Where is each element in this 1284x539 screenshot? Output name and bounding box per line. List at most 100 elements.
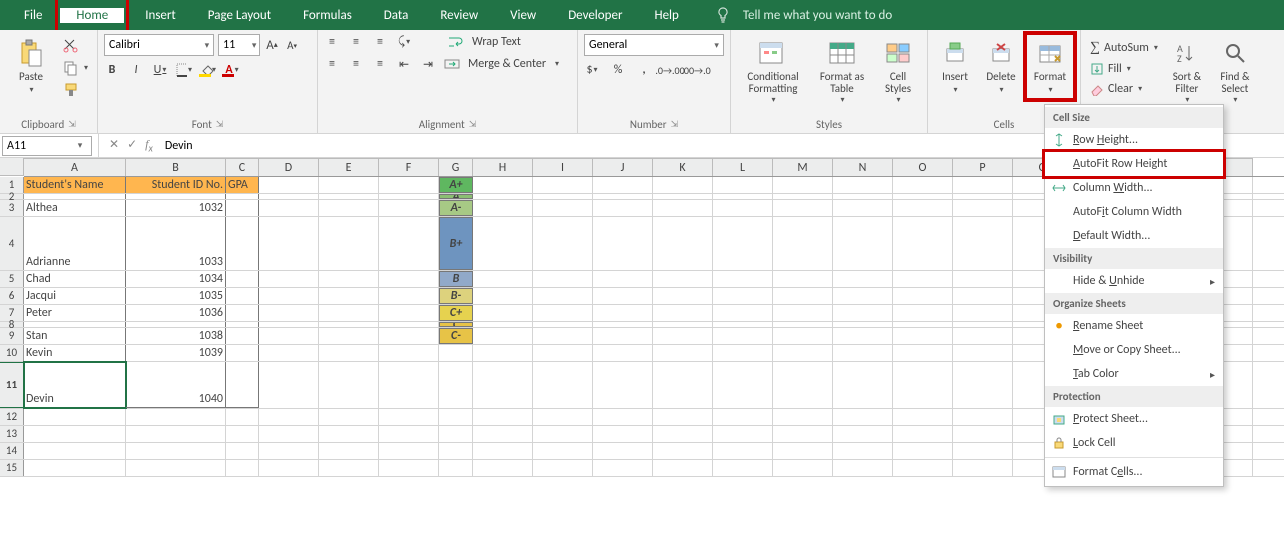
cell-A4[interactable]: Adrianne (24, 217, 126, 270)
tab-home[interactable]: Home (60, 8, 124, 23)
cell-I2[interactable] (533, 194, 593, 199)
cell-H6[interactable] (473, 288, 533, 304)
col-header-H[interactable]: H (473, 158, 533, 176)
cell-J8[interactable] (593, 322, 653, 327)
cell-B13[interactable] (126, 426, 226, 442)
cell-E2[interactable] (319, 194, 379, 199)
wrap-text-button[interactable]: Wrap Text (472, 35, 521, 49)
cell-J9[interactable] (593, 328, 653, 344)
cell-K3[interactable] (653, 200, 713, 216)
cell-K11[interactable] (653, 362, 713, 408)
cell-F11[interactable] (379, 362, 439, 408)
cell-P4[interactable] (953, 217, 1013, 270)
cell-G13[interactable] (439, 426, 473, 442)
tab-page-layout[interactable]: Page Layout (192, 0, 287, 30)
format-button[interactable]: Format▾ (1026, 34, 1074, 99)
autosum-button[interactable]: ∑AutoSum▾ (1087, 38, 1161, 58)
cell-K6[interactable] (653, 288, 713, 304)
col-header-F[interactable]: F (379, 158, 439, 176)
cell-N15[interactable] (833, 460, 893, 476)
cell-G8[interactable]: C (439, 322, 473, 327)
cell-K5[interactable] (653, 271, 713, 287)
row-header-2[interactable]: 2 (0, 194, 24, 199)
row-header-6[interactable]: 6 (0, 288, 24, 304)
cell-E14[interactable] (319, 443, 379, 459)
cell-G5[interactable]: B (439, 271, 473, 287)
menu-hide-unhide[interactable]: Hide & Unhide▸Hide & Unhide (1045, 269, 1223, 293)
row-header-11[interactable]: 11 (0, 362, 24, 408)
cell-E4[interactable] (319, 217, 379, 270)
cell-A12[interactable] (24, 409, 126, 425)
cell-M15[interactable] (773, 460, 833, 476)
cell-L13[interactable] (713, 426, 773, 442)
cell-O12[interactable] (893, 409, 953, 425)
cell-I1[interactable] (533, 177, 593, 193)
paste-button[interactable]: Paste▾ (6, 34, 56, 99)
clipboard-launcher-icon[interactable]: ⇲ (68, 119, 76, 130)
number-format-combo[interactable]: ▾ (584, 34, 724, 56)
cell-K4[interactable] (653, 217, 713, 270)
cell-I9[interactable] (533, 328, 593, 344)
cell-L6[interactable] (713, 288, 773, 304)
cancel-icon[interactable]: ✕ (109, 137, 119, 154)
cell-I15[interactable] (533, 460, 593, 476)
cell-G14[interactable] (439, 443, 473, 459)
cell-P12[interactable] (953, 409, 1013, 425)
cell-H12[interactable] (473, 409, 533, 425)
cell-M12[interactable] (773, 409, 833, 425)
cell-M3[interactable] (773, 200, 833, 216)
number-launcher-icon[interactable]: ⇲ (671, 119, 679, 130)
merge-center-button[interactable]: Merge & Center (468, 57, 546, 71)
cell-O3[interactable] (893, 200, 953, 216)
align-left-icon[interactable]: ≡ (324, 56, 340, 72)
cell-F15[interactable] (379, 460, 439, 476)
cell-E9[interactable] (319, 328, 379, 344)
cell-G4[interactable]: B+ (439, 217, 473, 270)
cell-A7[interactable]: Peter (24, 305, 126, 321)
fill-color-button[interactable]: ▾ (200, 62, 216, 78)
cell-B15[interactable] (126, 460, 226, 476)
cell-O14[interactable] (893, 443, 953, 459)
cell-C7[interactable] (226, 305, 259, 321)
cell-O13[interactable] (893, 426, 953, 442)
menu-tab-color[interactable]: Tab Color▸Tab Color (1045, 362, 1223, 386)
cell-I3[interactable] (533, 200, 593, 216)
cell-J1[interactable] (593, 177, 653, 193)
cell-J13[interactable] (593, 426, 653, 442)
cell-J11[interactable] (593, 362, 653, 408)
cell-P7[interactable] (953, 305, 1013, 321)
cell-L9[interactable] (713, 328, 773, 344)
cell-D10[interactable] (259, 345, 319, 361)
cell-N11[interactable] (833, 362, 893, 408)
cell-G2[interactable]: A (439, 194, 473, 199)
cell-H1[interactable] (473, 177, 533, 193)
cell-H8[interactable] (473, 322, 533, 327)
cell-P2[interactable] (953, 194, 1013, 199)
cell-E7[interactable] (319, 305, 379, 321)
col-header-C[interactable]: C (226, 158, 259, 176)
cell-H4[interactable] (473, 217, 533, 270)
conditional-formatting-button[interactable]: Conditional Formatting▾ (737, 34, 809, 108)
cell-N6[interactable] (833, 288, 893, 304)
cell-M9[interactable] (773, 328, 833, 344)
cell-F6[interactable] (379, 288, 439, 304)
cell-D2[interactable] (259, 194, 319, 199)
col-header-B[interactable]: B (126, 158, 226, 176)
align-center-icon[interactable]: ≡ (348, 56, 364, 72)
cell-M13[interactable] (773, 426, 833, 442)
tab-view[interactable]: View (494, 0, 552, 30)
cell-H3[interactable] (473, 200, 533, 216)
cell-L14[interactable] (713, 443, 773, 459)
cell-L8[interactable] (713, 322, 773, 327)
cell-L4[interactable] (713, 217, 773, 270)
cell-M4[interactable] (773, 217, 833, 270)
cell-K2[interactable] (653, 194, 713, 199)
italic-button[interactable]: I (128, 62, 144, 78)
number-format-input[interactable] (585, 35, 710, 55)
cell-B11[interactable]: 1040 (126, 362, 226, 408)
menu-row-height[interactable]: RRow Height...ow Height... (1045, 128, 1223, 152)
bold-button[interactable]: B (104, 62, 120, 78)
col-header-M[interactable]: M (773, 158, 833, 176)
cell-G11[interactable] (439, 362, 473, 408)
cell-I8[interactable] (533, 322, 593, 327)
